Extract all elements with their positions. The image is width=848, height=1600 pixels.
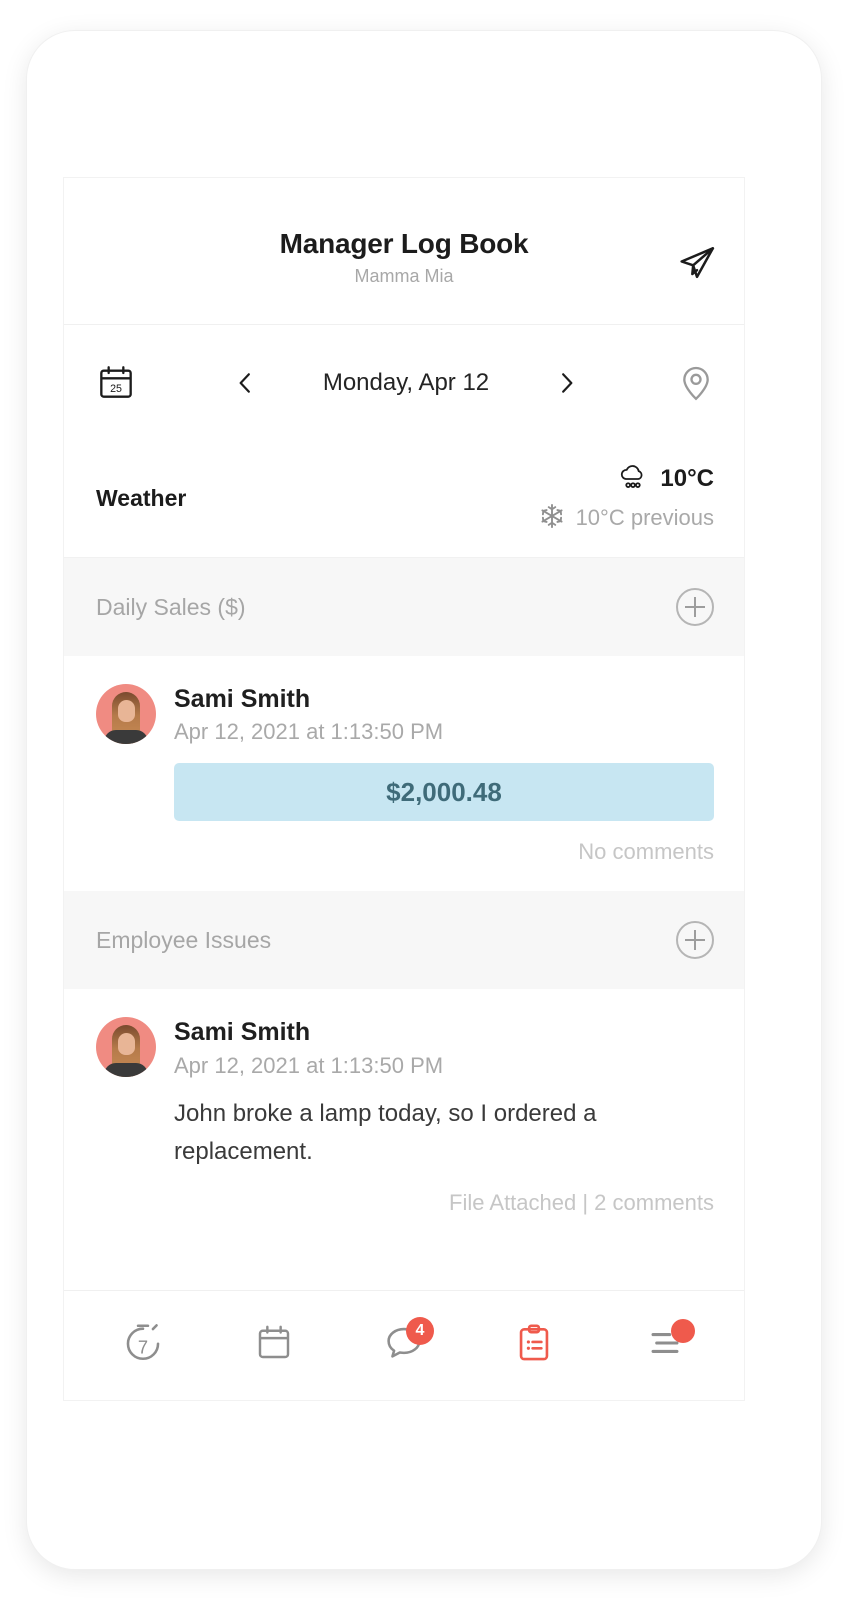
nav-item-logbook[interactable]: [498, 1315, 570, 1377]
rain-cloud-icon: [616, 463, 650, 496]
snowflake-icon: [538, 502, 566, 535]
weather-current-temp: 10°C: [660, 465, 714, 492]
list-item[interactable]: Sami Smith Apr 12, 2021 at 1:13:50 PM Jo…: [64, 989, 744, 1243]
nav-item-calendar[interactable]: [238, 1315, 310, 1377]
avatar: [96, 1017, 156, 1078]
section-header-employee-issues: Employee Issues: [64, 891, 744, 990]
phone-frame: Manager Log Book Mamma Mia 25 Monday, Ap…: [27, 31, 821, 1569]
chevron-left-icon[interactable]: [228, 366, 262, 400]
entry-footer-meta[interactable]: File Attached | 2 comments: [96, 1190, 714, 1216]
plus-circle-icon[interactable]: [676, 921, 714, 960]
entry-author: Sami Smith: [174, 1018, 311, 1047]
messages-badge: 4: [405, 1316, 434, 1345]
entry-timestamp: Apr 12, 2021 at 1:13:50 PM: [174, 1052, 444, 1078]
entry-header: Sami Smith Apr 12, 2021 at 1:13:50 PM: [96, 1017, 714, 1078]
nav-item-menu[interactable]: [629, 1315, 701, 1377]
entry-author: Sami Smith: [174, 685, 311, 713]
entry-body-text: John broke a lamp today, so I ordered a …: [174, 1099, 597, 1166]
entry-timestamp: Apr 12, 2021 at 1:13:50 PM: [174, 719, 444, 745]
page-subtitle: Mamma Mia: [354, 265, 454, 286]
send-paper-plane-icon[interactable]: [674, 240, 720, 286]
entry-header: Sami Smith Apr 12, 2021 at 1:13:50 PM: [96, 684, 714, 745]
weather-previous-temp: 10°C previous: [575, 505, 714, 530]
weather-previous: 10°C previous: [538, 502, 714, 535]
section-title: Daily Sales ($): [96, 593, 246, 620]
sales-amount-pill[interactable]: $2,000.48: [174, 763, 714, 822]
nav-item-timeclock[interactable]: 7: [107, 1315, 179, 1377]
clipboard-icon: [513, 1322, 555, 1369]
app-header: Manager Log Book Mamma Mia: [64, 178, 744, 325]
stopwatch-seven-icon: 7: [121, 1321, 165, 1370]
list-item[interactable]: Sami Smith Apr 12, 2021 at 1:13:50 PM $2…: [64, 656, 744, 892]
page-title: Manager Log Book: [279, 228, 529, 260]
entry-meta: Sami Smith Apr 12, 2021 at 1:13:50 PM: [174, 684, 714, 745]
nav-item-messages[interactable]: 4: [368, 1315, 440, 1377]
weather-label: Weather: [96, 485, 187, 511]
sales-amount-value: $2,000.48: [386, 776, 502, 807]
date-stepper: Monday, Apr 12: [136, 366, 676, 400]
svg-text:7: 7: [138, 1336, 148, 1357]
weather-values: 10°C 10°C previous: [538, 463, 714, 535]
calendar-icon[interactable]: 25: [96, 363, 136, 403]
calendar-icon: [253, 1322, 295, 1369]
section-header-daily-sales: Daily Sales ($): [64, 558, 744, 656]
entry-meta: Sami Smith Apr 12, 2021 at 1:13:50 PM: [174, 1017, 714, 1078]
date-navigation-bar: 25 Monday, Apr 12: [64, 325, 744, 440]
svg-text:25: 25: [110, 383, 122, 395]
menu-badge-dot: [670, 1318, 695, 1343]
location-pin-icon[interactable]: [676, 363, 716, 403]
plus-circle-icon[interactable]: [676, 588, 714, 626]
chevron-right-icon[interactable]: [550, 366, 584, 400]
avatar: [96, 684, 156, 744]
entry-footer-meta[interactable]: No comments: [96, 839, 714, 865]
section-title: Employee Issues: [96, 926, 272, 953]
app-screen: Manager Log Book Mamma Mia 25 Monday, Ap…: [64, 178, 744, 1400]
bottom-navigation-bar: 7 4: [64, 1290, 744, 1400]
weather-current: 10°C: [616, 463, 714, 496]
weather-row: Weather 10°C 10°C previous: [64, 440, 744, 558]
current-date-label[interactable]: Monday, Apr 12: [288, 369, 524, 397]
screenshot-stage: Manager Log Book Mamma Mia 25 Monday, Ap…: [0, 0, 848, 1600]
